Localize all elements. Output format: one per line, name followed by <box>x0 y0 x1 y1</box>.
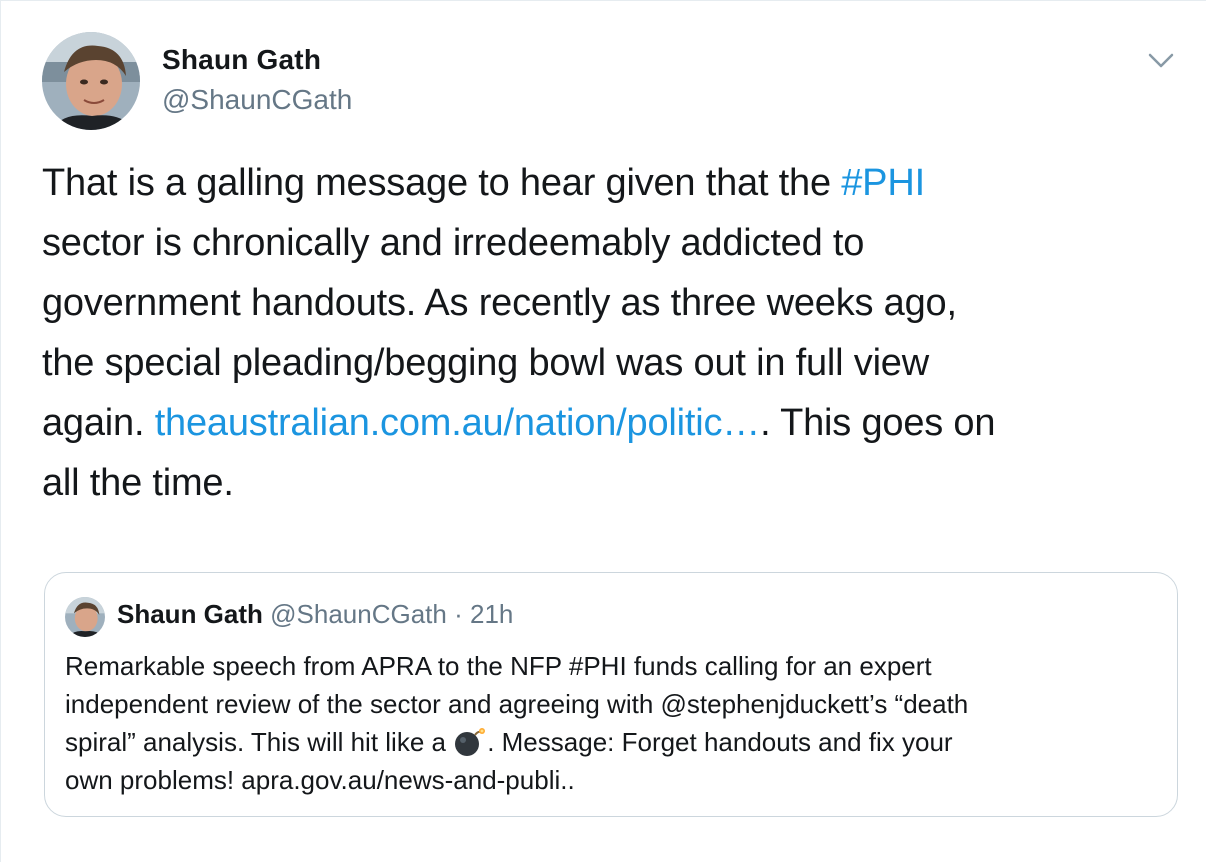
author-handle[interactable]: @ShaunCGath <box>162 84 352 116</box>
quoted-tweet[interactable]: Shaun Gath @ShaunCGath · 21h Remarkable … <box>44 572 1178 817</box>
tweet-text-line: sector is chronically and irredeemably a… <box>42 222 865 264</box>
quoted-text-segment: . Message: Forget handouts and fix your <box>487 727 953 757</box>
tweet-text-line: That is a galling message to hear given … <box>42 153 1187 213</box>
bomb-icon <box>453 727 487 757</box>
tweet-text-line: again. theaustralian.com.au/nation/polit… <box>42 393 1187 453</box>
quoted-tweet-text: Remarkable speech from APRA to the NFP #… <box>65 647 1165 799</box>
tweet-text-segment: . This goes on <box>760 402 996 444</box>
tweet-text-line: all the time. <box>42 462 234 504</box>
tweet-text-segment: again. <box>42 402 155 444</box>
tweet: Shaun Gath @ShaunCGath That is a galling… <box>0 0 1206 862</box>
tweet-text-line: the special pleading/begging bowl was ou… <box>42 342 929 384</box>
quoted-text-line: independent review of the sector and agr… <box>65 689 969 719</box>
quoted-tweet-time: 21h <box>470 599 514 629</box>
quoted-author-avatar <box>65 597 105 637</box>
quoted-author-handle: @ShaunCGath <box>270 599 447 629</box>
article-link[interactable]: theaustralian.com.au/nation/politic… <box>155 402 761 444</box>
author-name[interactable]: Shaun Gath <box>162 44 321 76</box>
tweet-text-segment: That is a galling message to hear given … <box>42 162 842 204</box>
quoted-tweet-header: Shaun Gath @ShaunCGath · 21h <box>117 599 513 630</box>
quoted-text-segment: spiral” analysis. This will hit like a <box>65 727 454 757</box>
quoted-author-name: Shaun Gath <box>117 599 263 629</box>
hashtag-link[interactable]: #PHI <box>841 162 925 204</box>
tweet-text: That is a galling message to hear given … <box>42 153 1187 513</box>
separator-dot: · <box>454 599 463 629</box>
tweet-text-line: government handouts. As recently as thre… <box>42 282 957 324</box>
quoted-text-line: Remarkable speech from APRA to the NFP #… <box>65 651 932 681</box>
quoted-text-line: own problems! apra.gov.au/news-and-publi… <box>65 765 575 795</box>
author-avatar[interactable] <box>42 32 140 130</box>
quoted-text-line: spiral” analysis. This will hit like a .… <box>65 723 1165 761</box>
chevron-down-icon[interactable] <box>1144 43 1178 77</box>
